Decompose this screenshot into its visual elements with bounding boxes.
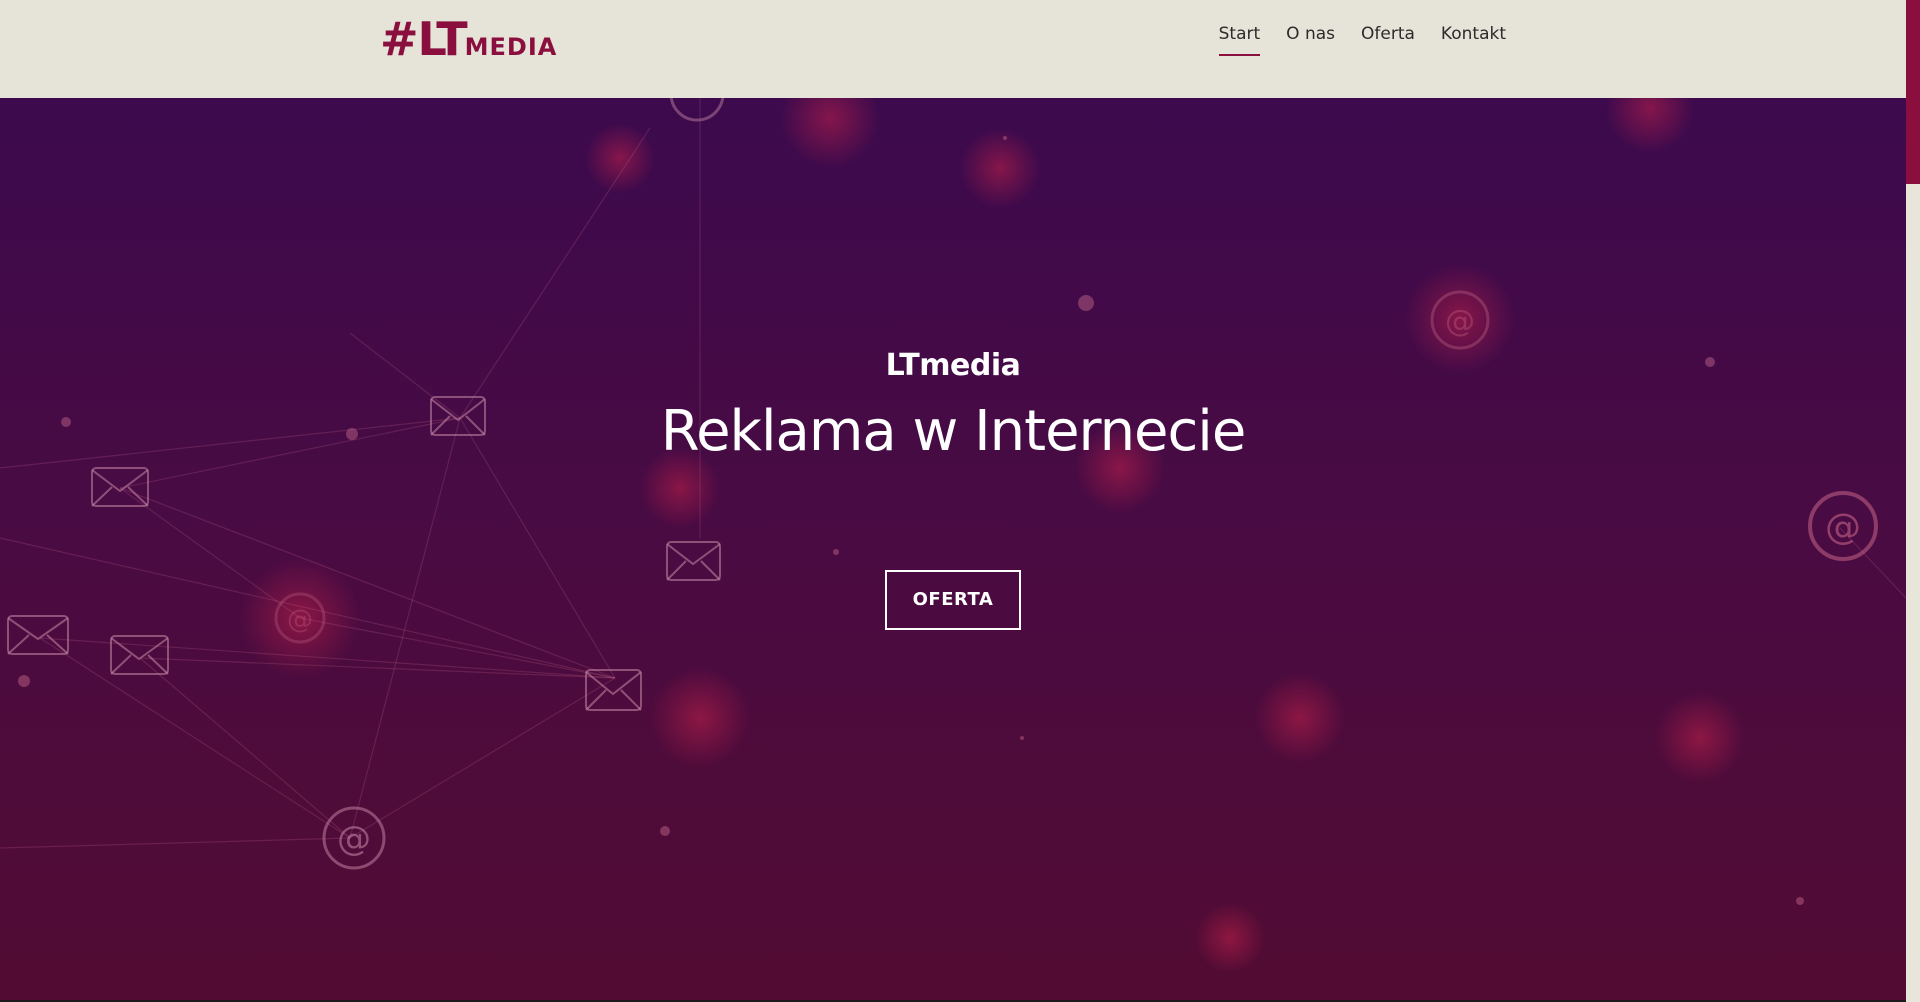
scrollbar-thumb[interactable]: [1906, 0, 1920, 184]
nav-oferta[interactable]: Oferta: [1361, 24, 1415, 56]
hero-section: @ @ @ @ LTmedia Reklama w Internecie OFE…: [0, 98, 1906, 1000]
page: #LTMEDIA Start O nas Oferta Kontakt @ @ …: [0, 0, 1920, 1002]
at-sign-icon: [669, 98, 725, 122]
logo-media: MEDIA: [464, 33, 558, 61]
glow-dot: [585, 123, 655, 193]
site-header: #LTMEDIA Start O nas Oferta Kontakt: [0, 0, 1906, 98]
hero-kicker: LTmedia: [885, 348, 1021, 383]
svg-text:@: @: [1445, 304, 1475, 339]
oferta-button[interactable]: OFERTA: [885, 570, 1021, 630]
glow-dot: [1255, 673, 1345, 763]
glow-dot: [1605, 98, 1695, 153]
glow-dot: [1195, 903, 1265, 973]
nav-o-nas[interactable]: O nas: [1286, 24, 1335, 56]
envelope-icon: [110, 635, 169, 675]
main-nav: Start O nas Oferta Kontakt: [1218, 24, 1506, 56]
hero-content: LTmedia Reklama w Internecie OFERTA: [0, 348, 1906, 630]
svg-text:@: @: [337, 819, 371, 859]
glow-dot: [960, 128, 1040, 208]
nav-start[interactable]: Start: [1218, 24, 1260, 56]
glow-dot: [780, 98, 880, 168]
logo[interactable]: #LTMEDIA: [380, 12, 557, 66]
logo-lt: LT: [417, 12, 468, 66]
glow-dot: [650, 668, 750, 768]
scrollbar[interactable]: [1906, 0, 1920, 1002]
glow-dot: [1655, 693, 1745, 783]
logo-hash: #: [380, 12, 419, 66]
nav-kontakt[interactable]: Kontakt: [1441, 24, 1506, 56]
hero-title: Reklama w Internecie: [660, 399, 1247, 464]
